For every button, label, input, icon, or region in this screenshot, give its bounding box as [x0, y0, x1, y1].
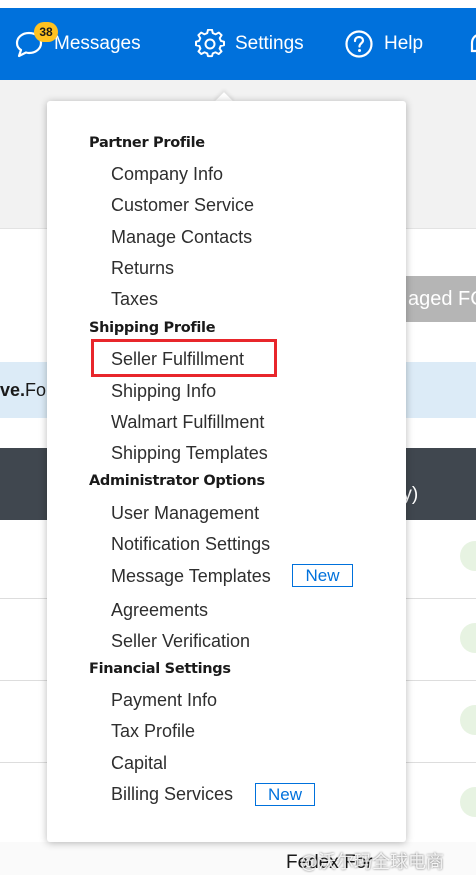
- help-icon: [344, 29, 374, 59]
- section-title-financial-settings: Financial Settings: [89, 661, 231, 677]
- menu-item-billing-services[interactable]: Billing Services: [111, 783, 233, 805]
- section-title-shipping-profile: Shipping Profile: [89, 320, 216, 336]
- menu-item-taxes[interactable]: Taxes: [111, 288, 158, 310]
- section-title-partner-profile: Partner Profile: [89, 135, 205, 151]
- settings-nav-button[interactable]: Settings: [195, 8, 304, 80]
- menu-item-shipping-info[interactable]: Shipping Info: [111, 380, 216, 402]
- menu-item-user-management[interactable]: User Management: [111, 502, 259, 524]
- notifications-nav-button[interactable]: [464, 8, 476, 80]
- highlight-box: [91, 339, 277, 377]
- alert-text: Fo: [25, 379, 47, 400]
- menu-item-customer-service[interactable]: Customer Service: [111, 194, 254, 216]
- menu-item-notification-settings[interactable]: Notification Settings: [111, 533, 270, 555]
- messages-count-badge: 38: [34, 22, 58, 42]
- watermark: @沃尔玛全球电商: [300, 852, 444, 873]
- gear-icon: [195, 28, 225, 59]
- section-title-administrator-options: Administrator Options: [89, 473, 265, 489]
- help-nav-button[interactable]: Help: [344, 8, 423, 80]
- managed-fc-button[interactable]: aged FC: [398, 276, 476, 322]
- menu-item-shipping-templates[interactable]: Shipping Templates: [111, 442, 268, 464]
- bell-icon: [464, 29, 476, 59]
- menu-item-tax-profile[interactable]: Tax Profile: [111, 720, 195, 742]
- menu-item-capital[interactable]: Capital: [111, 752, 167, 774]
- menu-item-message-templates[interactable]: Message Templates: [111, 565, 271, 587]
- status-indicator: [460, 705, 476, 735]
- menu-item-payment-info[interactable]: Payment Info: [111, 689, 217, 711]
- top-nav-bar: 38 Messages Settings Help: [0, 8, 476, 80]
- settings-label: Settings: [235, 33, 304, 54]
- alert-bold-text: ve.: [0, 379, 26, 400]
- status-indicator: [460, 541, 476, 571]
- menu-item-returns[interactable]: Returns: [111, 257, 174, 279]
- messages-label: Messages: [54, 33, 141, 54]
- new-badge: New: [255, 783, 315, 806]
- menu-item-agreements[interactable]: Agreements: [111, 599, 208, 621]
- menu-item-manage-contacts[interactable]: Manage Contacts: [111, 226, 252, 248]
- managed-fc-button-label: aged FC: [408, 287, 476, 310]
- chat-bubble-icon: 38: [14, 22, 58, 59]
- menu-item-company-info[interactable]: Company Info: [111, 163, 223, 185]
- new-badge: New: [292, 564, 353, 587]
- status-indicator: [460, 787, 476, 817]
- menu-item-seller-verification[interactable]: Seller Verification: [111, 630, 250, 652]
- status-indicator: [460, 623, 476, 653]
- help-label: Help: [384, 33, 424, 54]
- messages-nav-button[interactable]: 38 Messages: [14, 8, 141, 80]
- menu-item-walmart-fulfillment[interactable]: Walmart Fulfillment: [111, 411, 264, 433]
